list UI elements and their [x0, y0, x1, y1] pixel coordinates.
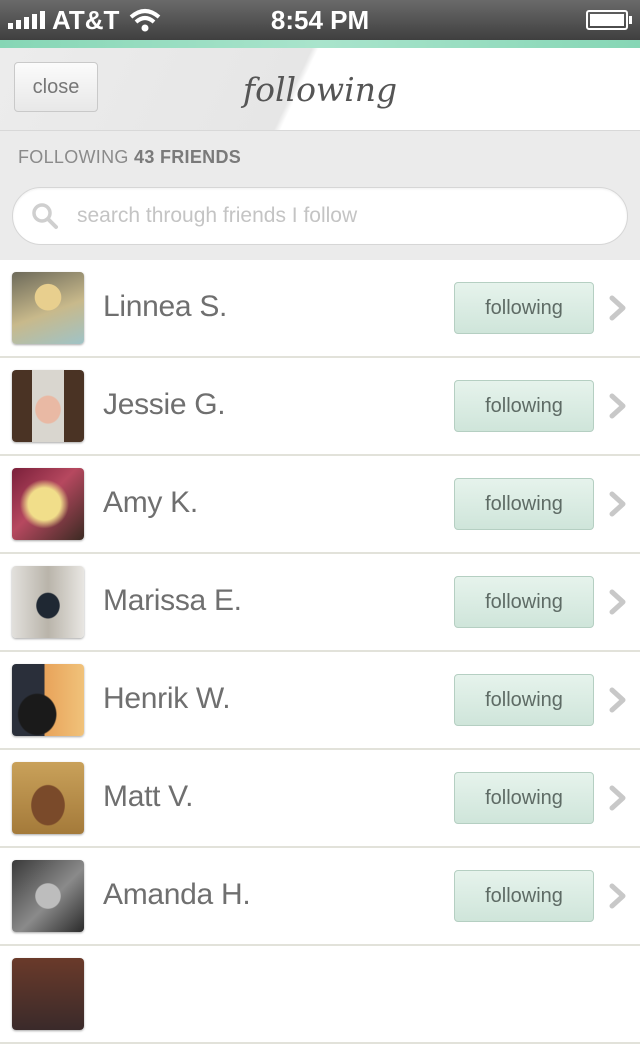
friend-list: Linnea S. following Jessie G. following …	[0, 260, 640, 1044]
chevron-right-icon[interactable]	[608, 393, 628, 419]
list-item[interactable]: Henrik W. following	[0, 652, 640, 750]
avatar	[12, 566, 84, 638]
following-button[interactable]: following	[454, 576, 594, 628]
following-count-prefix: FOLLOWING	[18, 147, 129, 167]
status-bar: AT&T 8:54 PM	[0, 0, 640, 40]
status-time: 8:54 PM	[270, 5, 370, 35]
avatar	[12, 958, 84, 1030]
list-item[interactable]: Amanda H. following	[0, 848, 640, 946]
following-button[interactable]: following	[454, 478, 594, 530]
chevron-right-icon[interactable]	[608, 883, 628, 909]
avatar	[12, 664, 84, 736]
friend-name: Henrik W.	[103, 682, 231, 715]
page-title: following	[242, 70, 398, 109]
following-count-value: 43 FRIENDS	[134, 147, 242, 167]
list-item[interactable]: Marissa E. following	[0, 554, 640, 652]
avatar	[12, 370, 84, 442]
chevron-right-icon[interactable]	[608, 491, 628, 517]
battery-icon	[586, 10, 632, 30]
chevron-right-icon[interactable]	[608, 589, 628, 615]
search-input[interactable]: search through friends I follow	[12, 187, 628, 245]
following-button[interactable]: following	[454, 282, 594, 334]
chevron-right-icon[interactable]	[608, 295, 628, 321]
friend-name: Linnea S.	[103, 290, 228, 323]
following-button[interactable]: following	[454, 380, 594, 432]
following-count: FOLLOWING 43 FRIENDS	[18, 147, 241, 168]
chevron-right-icon[interactable]	[608, 785, 628, 811]
following-button[interactable]: following	[454, 870, 594, 922]
friend-name: Jessie G.	[103, 388, 226, 421]
friend-name: Matt V.	[103, 780, 194, 813]
avatar	[12, 860, 84, 932]
list-item[interactable]: Amy K. following	[0, 456, 640, 554]
nav-header: close following	[0, 48, 640, 130]
list-item[interactable]	[0, 946, 640, 1044]
friend-name: Amy K.	[103, 486, 198, 519]
friend-name: Amanda H.	[103, 878, 251, 911]
following-button[interactable]: following	[454, 772, 594, 824]
search-placeholder: search through friends I follow	[77, 204, 358, 227]
list-item[interactable]: Matt V. following	[0, 750, 640, 848]
avatar	[12, 272, 84, 344]
list-item[interactable]: Jessie G. following	[0, 358, 640, 456]
mint-header-strip	[0, 40, 640, 48]
following-button[interactable]: following	[454, 674, 594, 726]
chevron-right-icon[interactable]	[608, 687, 628, 713]
avatar	[12, 762, 84, 834]
avatar	[12, 468, 84, 540]
list-item[interactable]: Linnea S. following	[0, 260, 640, 358]
search-icon	[32, 203, 58, 229]
list-subheader: FOLLOWING 43 FRIENDS search through frie…	[0, 130, 640, 261]
friend-name: Marissa E.	[103, 584, 242, 617]
